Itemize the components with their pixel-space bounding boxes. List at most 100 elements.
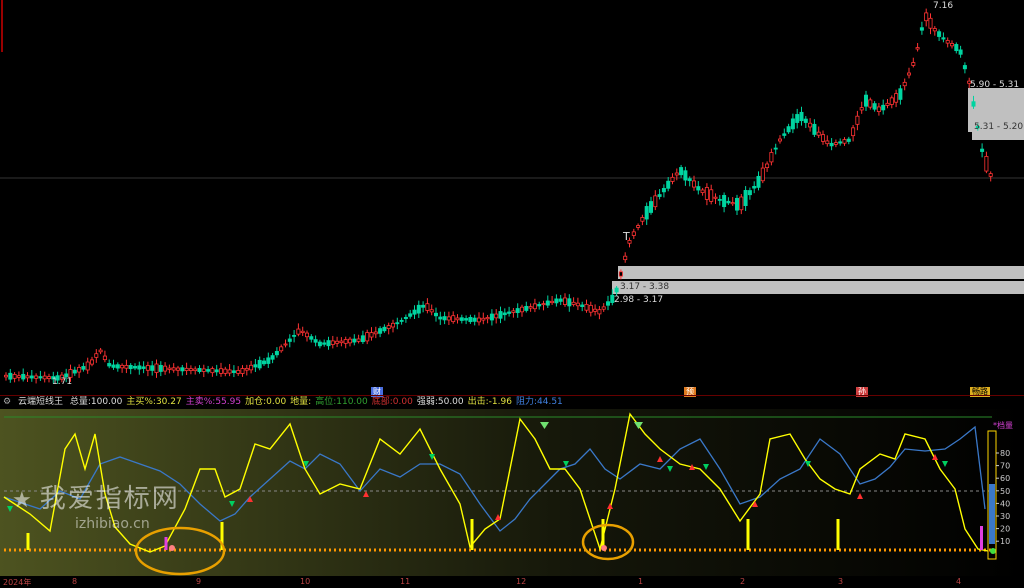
candle: [352, 338, 357, 343]
candle: [227, 369, 232, 374]
candle: [120, 364, 125, 369]
range-label-4: 2.98 - 3.17: [614, 295, 664, 305]
tick-mark: T: [623, 230, 630, 243]
stock-chart-app: 7.16 1.71 5.90 - 5.31 5.31 - 5.20 3.17 -…: [0, 0, 1024, 588]
candle: [313, 339, 318, 343]
candle: [730, 202, 735, 205]
candle: [756, 175, 761, 188]
signal-bar: [746, 519, 750, 550]
candle: [889, 97, 894, 105]
price-chart[interactable]: [0, 0, 1024, 395]
date-label: 10: [300, 577, 311, 586]
candle: [937, 31, 942, 37]
candle: [713, 196, 718, 199]
candle: [210, 368, 215, 374]
candle: [382, 326, 387, 332]
candle: [399, 319, 404, 322]
candle: [584, 303, 589, 311]
candle: [722, 195, 727, 208]
range-label-2: 5.31 - 5.20: [974, 122, 1024, 132]
indicator-field: 出击:-1.96: [467, 397, 512, 407]
candle: [700, 189, 705, 194]
candle: [21, 373, 26, 380]
candle: [606, 301, 611, 306]
candle: [769, 152, 774, 163]
candle: [163, 365, 168, 372]
candle: [236, 370, 241, 374]
candle: [812, 123, 817, 135]
candle: [563, 297, 568, 305]
candle: [386, 325, 391, 329]
candle: [692, 180, 697, 188]
candle: [223, 368, 228, 374]
candle: [545, 300, 550, 306]
signal-bar: [26, 533, 30, 550]
candle: [330, 340, 335, 345]
candle: [790, 118, 795, 130]
candle: [511, 310, 516, 313]
signal-bar: [164, 537, 168, 550]
indicator-field: 总量:100.00: [69, 397, 123, 407]
bottom-dot-icon: [601, 545, 607, 551]
settings-gear-icon[interactable]: ⚙: [3, 397, 11, 407]
candle: [111, 364, 116, 368]
candle: [864, 94, 869, 107]
date-label: 9: [196, 577, 202, 586]
candle: [270, 355, 275, 360]
candle: [193, 368, 198, 372]
candle: [309, 336, 314, 340]
y-tick-label: 60: [1000, 474, 1010, 483]
indicator-name[interactable]: 云端短线王: [18, 397, 63, 407]
candle: [8, 372, 13, 380]
candle: [171, 367, 176, 371]
candle: [274, 351, 279, 356]
candle: [154, 363, 159, 373]
candle: [597, 309, 602, 315]
candle: [249, 364, 254, 371]
indicator-field: 加仓:0.00: [245, 397, 287, 407]
candle: [283, 343, 288, 346]
candle: [326, 340, 331, 347]
candle: [567, 298, 572, 307]
candle: [537, 304, 542, 307]
candle: [451, 315, 456, 323]
candle: [72, 369, 77, 374]
candle: [365, 332, 370, 342]
candle: [580, 304, 585, 307]
candle: [954, 44, 959, 52]
candle: [846, 138, 851, 142]
candle: [446, 316, 451, 321]
date-label: 11: [400, 577, 411, 586]
candle: [494, 313, 499, 319]
candle: [34, 375, 39, 379]
candle: [322, 342, 327, 345]
candle: [532, 303, 537, 310]
candle: [876, 106, 881, 112]
candle: [683, 170, 688, 181]
candle: [261, 360, 266, 365]
candle: [885, 102, 890, 106]
star-icon: ★: [12, 488, 34, 513]
candle: [636, 225, 641, 228]
date-axis: 2024年 8 9 10 11 12 1 2 3 4: [0, 576, 1024, 588]
indicator-corner-label: *档量: [993, 421, 1013, 430]
range-box: [972, 132, 1024, 140]
candle: [760, 167, 765, 182]
indicator-field: 阻力:44.51: [515, 397, 563, 407]
candle: [206, 369, 211, 372]
candle: [941, 37, 946, 40]
candle: [128, 365, 133, 370]
y-tick-label: 50: [1000, 487, 1010, 496]
candle: [300, 330, 305, 333]
candle: [842, 139, 847, 144]
candle: [735, 197, 740, 211]
candle: [653, 195, 658, 208]
candle: [661, 188, 666, 193]
candle: [786, 126, 791, 133]
candle: [25, 375, 30, 379]
candle: [472, 317, 477, 322]
candle: [287, 338, 292, 342]
candle: [958, 49, 963, 55]
candle: [81, 366, 86, 370]
range-label-3: 3.17 - 3.38: [620, 282, 670, 292]
